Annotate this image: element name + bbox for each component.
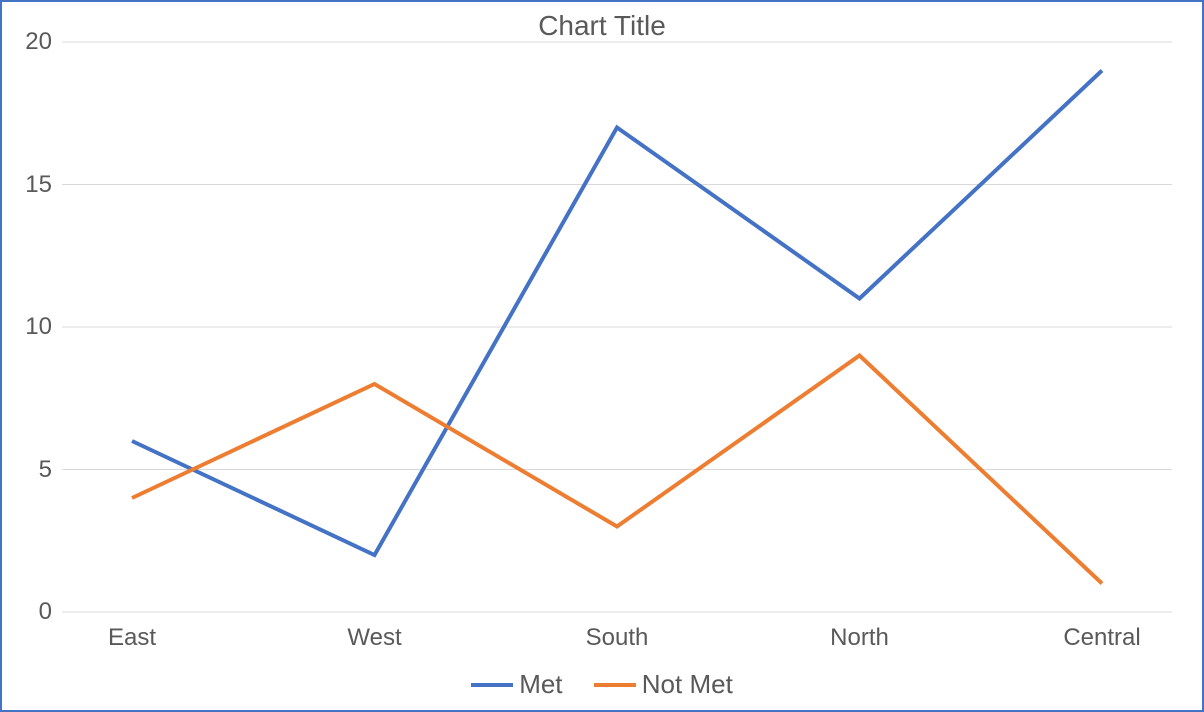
chart-frame: Chart Title 0 5 10 15 20 East West South North C… (0, 0, 1204, 712)
plot-area (62, 42, 1172, 612)
legend-item-not-met: Not Met (594, 669, 733, 700)
x-tick-label: North (830, 624, 889, 652)
chart-title: Chart Title (2, 10, 1202, 42)
legend-item-met: Met (471, 669, 562, 700)
x-tick-label: Central (1063, 624, 1140, 652)
y-tick-label: 10 (12, 313, 52, 341)
legend-swatch-not-met (594, 683, 636, 687)
y-tick-label: 0 (12, 598, 52, 626)
y-tick-label: 5 (12, 456, 52, 484)
series-line-met (132, 71, 1102, 556)
x-tick-label: South (586, 624, 649, 652)
legend: Met Not Met (2, 663, 1202, 701)
chart-svg (62, 42, 1172, 612)
y-tick-label: 20 (12, 28, 52, 56)
x-tick-label: West (347, 624, 401, 652)
y-tick-label: 15 (12, 171, 52, 199)
legend-swatch-met (471, 683, 513, 687)
x-tick-label: East (108, 624, 156, 652)
legend-label-met: Met (519, 669, 562, 700)
legend-label-not-met: Not Met (642, 669, 733, 700)
